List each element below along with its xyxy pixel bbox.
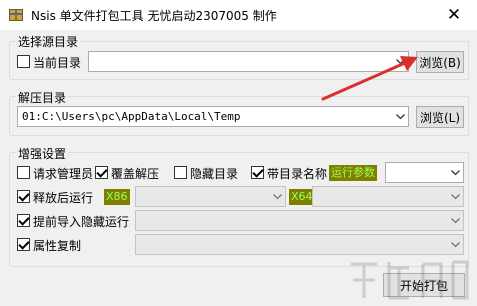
annotation-arrow	[321, 56, 418, 101]
